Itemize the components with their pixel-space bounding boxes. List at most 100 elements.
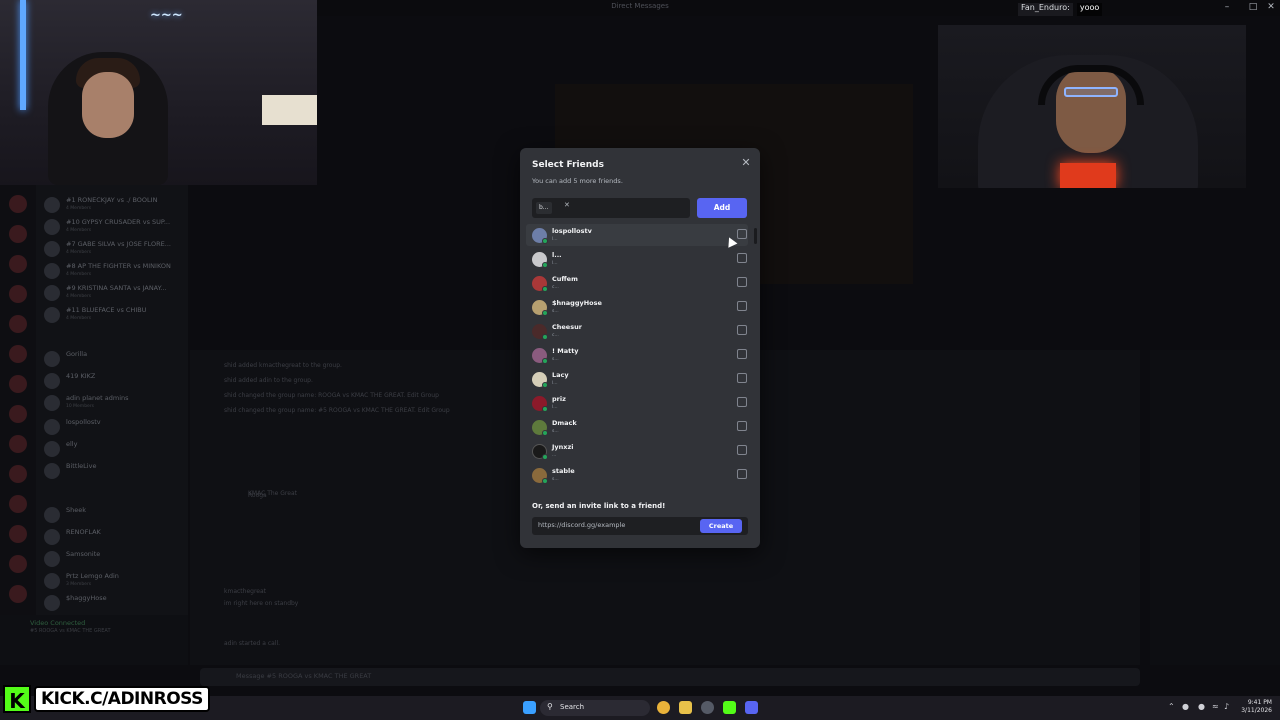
dm-item[interactable]: BittleLive xyxy=(44,461,184,483)
file-explorer-icon[interactable] xyxy=(679,701,692,714)
app-icon[interactable] xyxy=(701,701,714,714)
friend-row[interactable]: stable s... xyxy=(526,464,748,486)
dm-item[interactable]: $haggyHose xyxy=(44,593,184,615)
red-light xyxy=(1060,163,1116,188)
dm-item[interactable]: #8 AP THE FIGHTER vs MINIKON 4 Members xyxy=(44,261,184,283)
dm-item[interactable]: adin planet admins 10 Members xyxy=(44,393,184,415)
avatar xyxy=(44,307,60,323)
friend-row[interactable]: l... l... xyxy=(526,248,748,270)
server-icon[interactable] xyxy=(9,495,27,513)
friend-checkbox[interactable] xyxy=(737,373,747,383)
dm-item[interactable]: #10 GYPSY CRUSADER vs SUP... 4 Members xyxy=(44,217,184,239)
wifi-icon[interactable]: ≈ xyxy=(1212,702,1219,711)
friend-checkbox[interactable] xyxy=(737,421,747,431)
dm-item[interactable]: Gorilla xyxy=(44,349,184,371)
dm-item[interactable]: Sheek xyxy=(44,505,184,527)
dm-item[interactable]: RENOFLAK xyxy=(44,527,184,549)
server-icon[interactable] xyxy=(9,465,27,483)
kick-app-icon[interactable] xyxy=(723,701,736,714)
avatar xyxy=(44,595,60,611)
maximize-icon[interactable]: □ xyxy=(1246,2,1260,12)
friend-checkbox[interactable] xyxy=(737,277,747,287)
friend-list-scrollbar[interactable] xyxy=(754,228,757,244)
close-icon[interactable]: ✕ xyxy=(739,156,753,170)
invite-link-field[interactable]: https://discord.gg/example Create xyxy=(532,517,748,535)
invite-link[interactable]: https://discord.gg/example xyxy=(538,521,625,529)
windows-start-icon[interactable] xyxy=(523,701,536,714)
create-button[interactable]: Create xyxy=(700,519,742,533)
dm-item[interactable]: #7 GABE SILVA vs JOSE FLORE... 4 Members xyxy=(44,239,184,261)
dm-item[interactable]: Prtz Lemgo Adin 3 Members xyxy=(44,571,184,593)
friend-checkbox[interactable] xyxy=(737,349,747,359)
avatar xyxy=(44,373,60,389)
server-icon[interactable] xyxy=(9,195,27,213)
shelf xyxy=(262,95,317,125)
avatar xyxy=(44,441,60,457)
friend-checkbox[interactable] xyxy=(737,325,747,335)
friend-checkbox[interactable] xyxy=(737,301,747,311)
friend-row[interactable]: priz l... xyxy=(526,392,748,414)
add-button[interactable]: Add xyxy=(697,198,747,218)
server-icon[interactable] xyxy=(9,435,27,453)
status-dot xyxy=(542,454,548,460)
server-icon[interactable] xyxy=(9,225,27,243)
status-dot xyxy=(542,262,548,268)
avatar xyxy=(44,507,60,523)
dm-item[interactable]: #11 BLUEFACE vs CHIBU 4 Members xyxy=(44,305,184,327)
avatar xyxy=(44,463,60,479)
friend-search-input[interactable]: b... ✕ xyxy=(532,198,690,218)
dm-item[interactable]: Samsonite xyxy=(44,549,184,571)
dm-item[interactable]: lospollostv xyxy=(44,417,184,439)
server-icon[interactable] xyxy=(9,255,27,273)
status-dot xyxy=(542,238,548,244)
server-icon[interactable] xyxy=(9,345,27,363)
remove-chip-icon[interactable]: ✕ xyxy=(564,201,570,209)
clock[interactable]: 9:41 PM 3/11/2026 xyxy=(1232,699,1272,715)
taskbar-search[interactable]: ⚲ Search xyxy=(540,700,650,716)
server-icon[interactable] xyxy=(9,285,27,303)
status-dot xyxy=(542,382,548,388)
tray-chevron-icon[interactable]: ⌃ xyxy=(1168,702,1175,711)
server-icon[interactable] xyxy=(9,555,27,573)
server-icon[interactable] xyxy=(9,405,27,423)
server-icon[interactable] xyxy=(9,525,27,543)
friend-row[interactable]: ! Matty s... xyxy=(526,344,748,366)
minimize-icon[interactable]: – xyxy=(1220,2,1234,12)
chrome-icon[interactable] xyxy=(657,701,670,714)
server-icon[interactable] xyxy=(9,315,27,333)
chat-text: yooo xyxy=(1076,3,1103,16)
friend-row[interactable]: Cuffem c... xyxy=(526,272,748,294)
friend-checkbox[interactable] xyxy=(737,397,747,407)
system-message: shid added adin to the group. xyxy=(224,377,313,384)
dm-item[interactable]: #1 RONECKJAY vs ./ BOOLIN 4 Members xyxy=(44,195,184,217)
server-icon[interactable] xyxy=(9,585,27,603)
friend-row[interactable]: Cheesur c... xyxy=(526,320,748,342)
dm-item[interactable]: #9 KRISTINA SANTA vs JANAY... 4 Members xyxy=(44,283,184,305)
mic-icon[interactable]: ● xyxy=(1198,702,1205,711)
chat-username: Fan_Enduro: xyxy=(1018,3,1073,16)
dm-item[interactable]: 419 KIKZ xyxy=(44,371,184,393)
kick-overlay: K KICK.C/ADINROSS xyxy=(3,684,210,714)
close-window-icon[interactable]: ✕ xyxy=(1264,2,1278,12)
server-icon[interactable] xyxy=(9,375,27,393)
dm-item[interactable]: elly xyxy=(44,439,184,461)
selected-friend-chip[interactable]: b... xyxy=(536,202,552,214)
friend-row[interactable]: Jynxzi ... xyxy=(526,440,748,462)
status-dot xyxy=(542,478,548,484)
avatar xyxy=(44,219,60,235)
friend-row[interactable]: Lacy l... xyxy=(526,368,748,390)
friend-row[interactable]: lospollostv l... xyxy=(526,224,748,246)
poll-embed xyxy=(224,490,474,570)
volume-icon[interactable]: ♪ xyxy=(1224,702,1229,711)
message-input[interactable]: Message #5 ROOGA vs KMAC THE GREAT xyxy=(200,668,1140,686)
friend-row[interactable]: Dmack s... xyxy=(526,416,748,438)
friend-checkbox[interactable] xyxy=(737,445,747,455)
system-message: adin started a call. xyxy=(224,640,281,647)
friend-row[interactable]: $hnaggyHose s... xyxy=(526,296,748,318)
friend-checkbox[interactable] xyxy=(737,469,747,479)
system-message: shid changed the group name: ROOGA vs KM… xyxy=(224,392,439,399)
friend-checkbox[interactable] xyxy=(737,253,747,263)
friend-checkbox[interactable] xyxy=(737,229,747,239)
tray-app-icon[interactable]: ● xyxy=(1182,702,1189,711)
discord-icon[interactable] xyxy=(745,701,758,714)
